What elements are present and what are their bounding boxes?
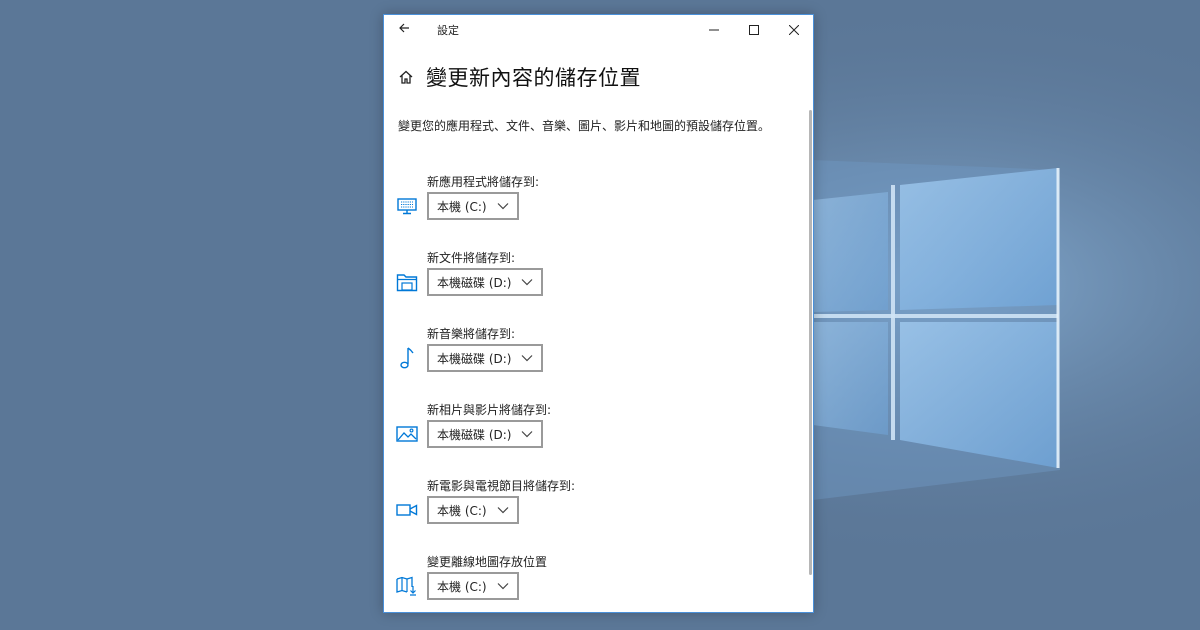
page-title: 變更新內容的儲存位置 <box>426 66 641 90</box>
page-description: 變更您的應用程式、文件、音樂、圖片、影片和地圖的預設儲存位置。 <box>398 119 771 133</box>
map-download-icon <box>396 575 418 597</box>
home-icon[interactable] <box>398 69 414 85</box>
section-label: 新音樂將儲存到: <box>427 327 516 341</box>
section-new-apps: 新應用程式將儲存到: 本機 (C:) <box>396 173 796 231</box>
settings-window: 設定 變更新內容的儲存位置 變更您的應用程式、文件、音樂、圖片、影片和地圖的預設… <box>383 14 814 613</box>
dropdown-value: 本機 (C:) <box>437 579 487 594</box>
photos-videos-location-dropdown[interactable]: 本機磁碟 (D:) <box>427 420 544 448</box>
music-location-dropdown[interactable]: 本機磁碟 (D:) <box>427 344 544 372</box>
dropdown-value: 本機 (C:) <box>437 503 487 518</box>
folder-icon <box>396 271 418 293</box>
section-offline-maps: 變更離線地圖存放位置 本機 (C:) <box>396 553 796 611</box>
chevron-down-icon <box>522 431 533 438</box>
page-header: 變更新內容的儲存位置 <box>398 61 641 93</box>
chevron-down-icon <box>497 583 509 590</box>
chevron-down-icon <box>497 203 509 210</box>
apps-location-dropdown[interactable]: 本機 (C:) <box>427 192 519 220</box>
minimize-button[interactable] <box>694 15 734 45</box>
section-label: 變更離線地圖存放位置 <box>427 555 548 569</box>
documents-location-dropdown[interactable]: 本機磁碟 (D:) <box>427 268 544 296</box>
picture-icon <box>396 423 418 445</box>
section-label: 新電影與電視節目將儲存到: <box>427 479 576 493</box>
dropdown-value: 本機磁碟 (D:) <box>437 351 512 366</box>
vertical-scrollbar[interactable] <box>809 110 812 575</box>
title-bar[interactable]: 設定 <box>384 15 813 45</box>
dropdown-value: 本機 (C:) <box>437 199 487 214</box>
back-button[interactable] <box>392 19 416 41</box>
dropdown-value: 本機磁碟 (D:) <box>437 275 512 290</box>
movies-tv-location-dropdown[interactable]: 本機 (C:) <box>427 496 519 524</box>
section-new-movies-tv: 新電影與電視節目將儲存到: 本機 (C:) <box>396 477 796 535</box>
music-note-icon <box>396 347 418 369</box>
maximize-icon <box>749 25 759 35</box>
close-icon <box>789 25 799 35</box>
chevron-down-icon <box>497 507 509 514</box>
monitor-icon <box>396 195 418 217</box>
close-button[interactable] <box>774 15 814 45</box>
chevron-down-icon <box>522 355 533 362</box>
window-title: 設定 <box>437 24 459 37</box>
offline-maps-location-dropdown[interactable]: 本機 (C:) <box>427 572 519 600</box>
maximize-button[interactable] <box>734 15 774 45</box>
section-new-documents: 新文件將儲存到: 本機磁碟 (D:) <box>396 249 796 307</box>
section-new-music: 新音樂將儲存到: 本機磁碟 (D:) <box>396 325 796 383</box>
section-label: 新應用程式將儲存到: <box>427 175 540 189</box>
minimize-icon <box>709 29 719 31</box>
dropdown-value: 本機磁碟 (D:) <box>437 427 512 442</box>
section-label: 新文件將儲存到: <box>427 251 516 265</box>
back-arrow-icon <box>399 23 409 33</box>
chevron-down-icon <box>522 279 533 286</box>
section-new-photos-videos: 新相片與影片將儲存到: 本機磁碟 (D:) <box>396 401 796 459</box>
section-label: 新相片與影片將儲存到: <box>427 403 552 417</box>
video-camera-icon <box>396 499 418 521</box>
